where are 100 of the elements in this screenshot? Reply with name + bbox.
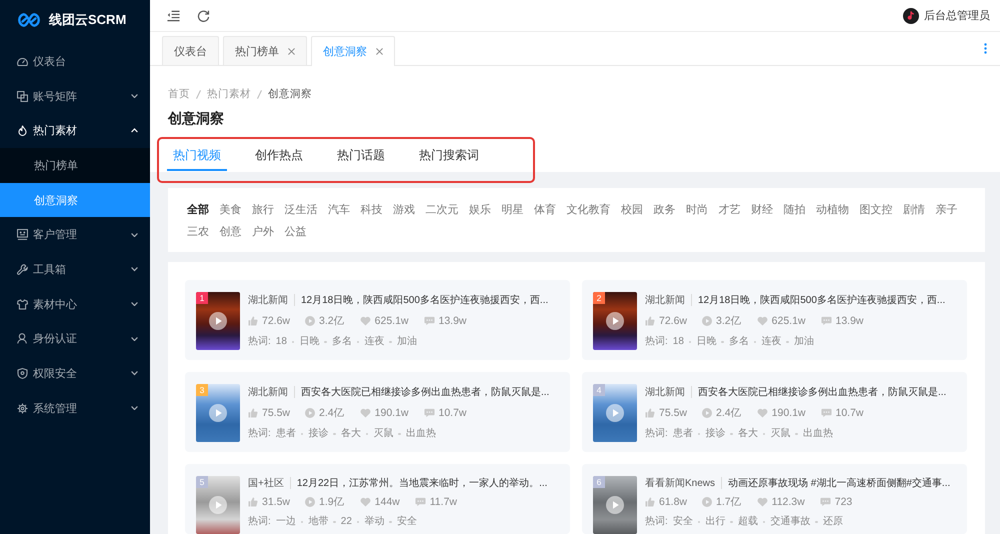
category-filter[interactable]: 随拍 [784, 200, 806, 220]
flame-icon [17, 125, 28, 136]
category-filter[interactable]: 户外 [252, 222, 274, 242]
hot-word: 出血热 [802, 428, 833, 440]
sidebar-item[interactable]: 客户管理 [0, 217, 150, 252]
breadcrumb-current: 创意洞察 [268, 87, 312, 101]
content-tab[interactable]: 热门话题 [331, 141, 391, 171]
sidebar-item[interactable]: 仪表台 [0, 44, 150, 79]
category-filter[interactable]: 亲子 [936, 200, 958, 220]
favorite-count: 625.1w [374, 315, 408, 327]
favorite-count: 144w [374, 496, 400, 508]
rank-badge: 4 [593, 384, 605, 396]
category-filter[interactable]: 汽车 [328, 200, 350, 220]
author-name: 看看新闻Knews [645, 476, 716, 490]
category-filter[interactable]: 美食 [220, 200, 242, 220]
hot-words-label: 热词: [248, 428, 271, 440]
category-filter[interactable]: 动植物 [816, 200, 849, 220]
content-tab[interactable]: 创作热点 [249, 141, 309, 171]
category-filter[interactable]: 剧情 [903, 200, 925, 220]
settings-icon [17, 402, 28, 414]
hot-words-label: 热词: [645, 516, 668, 528]
close-icon[interactable] [376, 48, 383, 55]
sidebar-item[interactable]: 系统管理 [0, 390, 150, 426]
thumb-up-icon [645, 408, 655, 418]
category-filter[interactable]: 公益 [284, 222, 306, 242]
hot-word: 日晚 [696, 336, 716, 348]
gauge-icon [17, 56, 28, 67]
hot-word: 接诊 [308, 428, 328, 440]
video-title[interactable]: 12月22日，江苏常州。当地震来临时，一家人的举动。... [296, 476, 548, 490]
category-filter[interactable]: 财经 [751, 200, 773, 220]
sidebar-item[interactable]: 身份认证 [0, 322, 150, 356]
avatar-icon[interactable] [903, 8, 919, 24]
category-filter[interactable]: 泛生活 [284, 200, 318, 220]
video-card[interactable]: 6 看看新闻Knews 动画还原事故现场 #湖北一高速桥面侧翻#交通事... 61.8w 1.7亿 112.3w 723 热词: 安全 出行 超载 交通事故 还原 [582, 464, 967, 534]
video-title[interactable]: 12月18日晚，陕西咸阳500多名医护连夜驰援西安，西... [301, 293, 548, 307]
submenu-item[interactable]: 创意洞察 [0, 182, 150, 218]
breadcrumb-link[interactable]: 热门素材 [207, 87, 251, 101]
thumb-up-icon [645, 316, 655, 326]
category-filter[interactable]: 时尚 [686, 200, 708, 220]
video-title[interactable]: 西安各大医院已相继接诊多例出血热患者，防鼠灭鼠是... [301, 385, 550, 399]
category-filter[interactable]: 游戏 [393, 200, 415, 220]
favorite-count: 190.1w [374, 407, 408, 419]
category-filter[interactable]: 科技 [360, 200, 382, 220]
sidebar-item[interactable]: 素材中心 [0, 286, 150, 322]
video-title[interactable]: 西安各大医院已相继接诊多例出血热患者，防鼠灭鼠是... [698, 385, 946, 399]
category-filter[interactable]: 校园 [621, 200, 643, 220]
video-card[interactable]: 5 国+社区 12月22日，江苏常州。当地震来临时，一家人的举动。... 31.5w 1.9亿 144w 11.7w 热词: 一边 地带 22 举动 安全 [185, 464, 570, 534]
breadcrumb-link[interactable]: 首页 [168, 87, 190, 101]
video-card[interactable]: 4 湖北新闻 西安各大医院已相继接诊多例出血热患者，防鼠灭鼠是... 75.5w 2.4亿 190.1w 10.7w 热词: 患者 接诊 各大 灭鼠 出血热 [582, 372, 967, 452]
category-filter[interactable]: 明星 [502, 200, 524, 220]
favorite-count: 112.3w [772, 496, 805, 508]
sidebar-item[interactable]: 工具箱 [0, 252, 150, 287]
play-button-icon [209, 312, 227, 330]
page-tab[interactable]: 热门榜单 [223, 36, 307, 65]
category-filter[interactable]: 娱乐 [469, 200, 491, 220]
menu-fold-icon[interactable] [167, 10, 180, 22]
category-filter[interactable]: 创意 [220, 222, 242, 242]
category-filter[interactable]: 才艺 [718, 200, 740, 220]
author-name: 湖北新闻 [248, 294, 288, 307]
hot-word: 患者 [276, 428, 296, 440]
hot-word: 22 [340, 516, 352, 528]
refresh-icon[interactable] [197, 10, 210, 22]
hot-word: 连夜 [761, 336, 782, 348]
category-filter[interactable]: 二次元 [426, 200, 458, 220]
comment-count: 13.9w [438, 315, 467, 327]
user-name[interactable]: 后台总管理员 [924, 8, 990, 23]
video-card[interactable]: 1 湖北新闻 12月18日晚，陕西咸阳500多名医护连夜驰援西安，西... 72.6w 3.2亿 625.1w 13.9w 热词: 18 日晚 多名 连夜 加油 [185, 280, 570, 360]
category-filter[interactable]: 旅行 [252, 200, 274, 220]
content-tab[interactable]: 热门视频 [167, 141, 227, 171]
category-filter[interactable]: 政务 [654, 200, 676, 220]
rank-badge: 3 [196, 384, 208, 396]
content-tab[interactable]: 热门搜索词 [413, 141, 485, 171]
category-filter[interactable]: 三农 [187, 222, 209, 242]
video-title[interactable]: 12月18日晚，陕西咸阳500多名医护连夜驰援西安，西... [698, 293, 946, 307]
category-filter[interactable]: 全部 [187, 200, 209, 220]
author-name: 湖北新闻 [645, 294, 685, 307]
hot-words-label: 热词: [248, 516, 271, 528]
sidebar-item[interactable]: 权限安全 [0, 356, 150, 391]
category-filter[interactable]: 文化教育 [566, 200, 610, 220]
more-icon[interactable] [984, 43, 987, 54]
play-circle-icon [305, 316, 316, 326]
hot-word: 出行 [705, 516, 726, 528]
category-filter[interactable]: 体育 [534, 200, 556, 220]
favorite-count: 190.1w [772, 407, 806, 419]
hot-word: 加油 [794, 336, 814, 348]
video-card[interactable]: 3 湖北新闻 西安各大医院已相继接诊多例出血热患者，防鼠灭鼠是... 75.5w 2.4亿 190.1w 10.7w 热词: 患者 接诊 各大 灭鼠 出血热 [185, 372, 570, 452]
comment-count: 10.7w [836, 407, 864, 419]
heart-icon [756, 497, 768, 507]
submenu-item[interactable]: 热门榜单 [0, 148, 150, 183]
page-tab[interactable]: 创意洞察 [311, 36, 395, 66]
play-count: 3.2亿 [716, 314, 742, 328]
heart-icon [360, 408, 371, 418]
close-icon[interactable] [288, 48, 295, 54]
video-title[interactable]: 动画还原事故现场 #湖北一高速桥面侧翻#交通事... [728, 476, 950, 490]
sidebar-item[interactable]: 热门素材 [0, 113, 150, 148]
logo-icon [18, 13, 40, 27]
category-filter[interactable]: 图文控 [860, 200, 892, 220]
page-tab[interactable]: 仪表台 [162, 36, 219, 65]
sidebar-item[interactable]: 账号矩阵 [0, 78, 150, 114]
video-card[interactable]: 2 湖北新闻 12月18日晚，陕西咸阳500多名医护连夜驰援西安，西... 72.6w 3.2亿 625.1w 13.9w 热词: 18 日晚 多名 连夜 加油 [582, 280, 967, 360]
